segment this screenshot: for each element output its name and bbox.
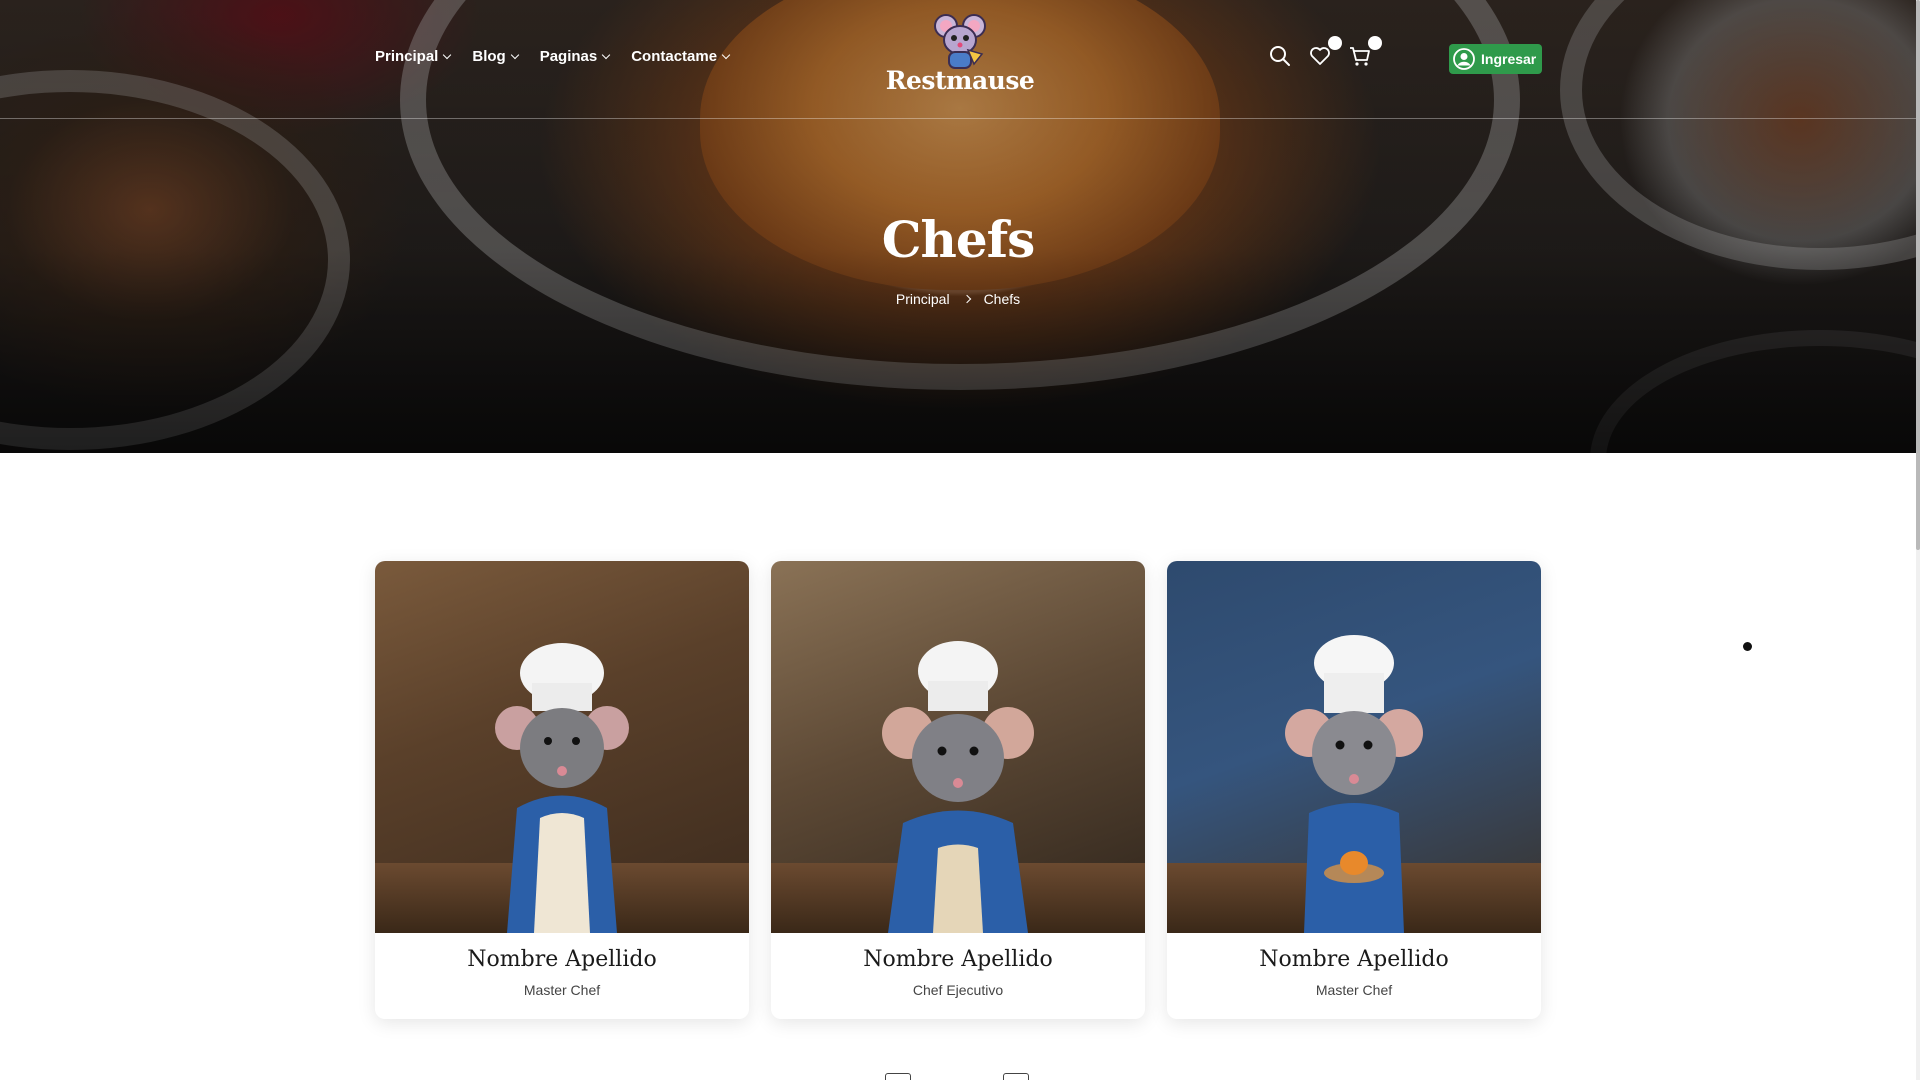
- chef-role: Chef Ejecutivo: [912, 982, 1004, 998]
- nav-item-contactame[interactable]: Contactame: [631, 48, 731, 65]
- main-menu: Principal Blog Paginas Contactame: [375, 48, 731, 65]
- cart-icon: [1350, 47, 1370, 66]
- chef-photo: [771, 561, 1145, 933]
- heart-icon: [1310, 47, 1330, 65]
- nav-item-principal[interactable]: Principal: [375, 48, 452, 65]
- scrollbar-thumb[interactable]: [1916, 0, 1920, 550]
- mouse-mascot-icon: [932, 10, 988, 70]
- chef-card[interactable]: Nombre Apellido Chef Ejecutivo: [771, 561, 1145, 1019]
- nav-label: Paginas: [539, 48, 598, 65]
- chef-name: Nombre Apellido: [1259, 947, 1449, 972]
- chevron-down-icon: [510, 50, 519, 60]
- mouse-cursor: [1743, 642, 1752, 651]
- logo-text: Restmause: [885, 66, 1035, 95]
- user-icon: [1453, 48, 1475, 70]
- nav-label: Blog: [472, 48, 506, 65]
- chef-photo: [375, 561, 749, 933]
- chevron-down-icon: [443, 50, 452, 60]
- page-title: Chefs: [881, 210, 1036, 269]
- chef-rat-image: [1285, 635, 1423, 933]
- breadcrumb-link-principal[interactable]: Principal: [896, 291, 950, 307]
- chef-role: Master Chef: [523, 982, 601, 998]
- nav-label: Contactame: [631, 48, 718, 65]
- chef-card[interactable]: Nombre Apellido Master Chef: [1167, 561, 1541, 1019]
- cart-badge: [1368, 36, 1382, 50]
- pagination-prev-button[interactable]: [885, 1073, 911, 1080]
- chef-role: Master Chef: [1315, 982, 1393, 998]
- chef-photo: [1167, 561, 1541, 933]
- login-button[interactable]: Ingresar: [1449, 44, 1543, 74]
- search-icon: [1270, 46, 1290, 66]
- nav-label: Principal: [375, 48, 439, 65]
- pagination-next-button[interactable]: [1003, 1073, 1029, 1080]
- header-tools: [1268, 36, 1382, 68]
- chef-name: Nombre Apellido: [467, 947, 657, 972]
- chef-rat-image: [882, 641, 1034, 933]
- breadcrumb: Principal Chefs: [0, 291, 1916, 307]
- search-button[interactable]: [1268, 44, 1292, 68]
- site-logo[interactable]: Restmause: [880, 10, 1040, 95]
- chef-rat-image: [495, 643, 629, 933]
- chevron-right-icon: [962, 294, 971, 304]
- nav-item-paginas[interactable]: Paginas: [539, 48, 611, 65]
- nav-item-blog[interactable]: Blog: [472, 48, 519, 65]
- cart-button[interactable]: [1348, 36, 1382, 68]
- chef-name: Nombre Apellido: [863, 947, 1053, 972]
- page-scrollbar[interactable]: [1916, 0, 1920, 1080]
- breadcrumb-current: Chefs: [983, 291, 1021, 307]
- wishlist-badge: [1328, 36, 1342, 50]
- chef-list: Nombre Apellido Master Chef Nombre Apell…: [375, 561, 1541, 1019]
- chevron-down-icon: [601, 50, 611, 60]
- login-label: Ingresar: [1481, 51, 1537, 67]
- nav-divider: [0, 118, 1916, 119]
- chevron-down-icon: [721, 50, 731, 60]
- hero-banner: Principal Blog Paginas Contactame Restma…: [0, 0, 1916, 453]
- chef-card[interactable]: Nombre Apellido Master Chef: [375, 561, 749, 1019]
- wishlist-button[interactable]: [1308, 36, 1342, 68]
